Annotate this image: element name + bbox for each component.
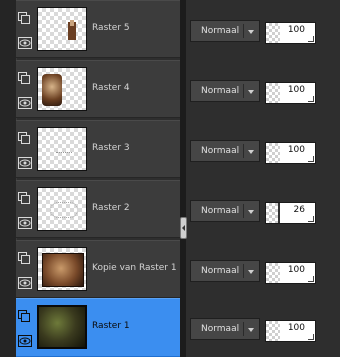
- layer-row-kopie-van-raster-1[interactable]: Kopie van Raster 1: [16, 240, 180, 298]
- lock-icon[interactable]: [18, 192, 30, 204]
- layer-thumbnail: [37, 67, 87, 111]
- blend-mode-value: Normaal: [201, 206, 240, 216]
- layer-name: Raster 3: [92, 143, 130, 153]
- panel-gutter: [0, 0, 17, 357]
- blend-mode-value: Normaal: [201, 324, 240, 334]
- eye-icon[interactable]: [18, 277, 32, 289]
- blend-mode-dropdown[interactable]: Normaal: [190, 318, 260, 340]
- chevron-down-icon: [248, 90, 254, 94]
- lock-icon[interactable]: [18, 132, 30, 144]
- lock-icon[interactable]: [18, 72, 30, 84]
- layer-thumbnail: [37, 247, 87, 291]
- layer-name: Raster 2: [92, 203, 130, 213]
- eye-icon[interactable]: [18, 217, 32, 229]
- layer-props-row: Normaal 100: [187, 60, 340, 118]
- layer-name: Kopie van Raster 1: [92, 263, 177, 273]
- collapse-handle-icon[interactable]: [180, 217, 187, 239]
- layer-list: Raster 5 Raster 4 Raster 3 Raster 2 Kopi…: [16, 0, 180, 357]
- eye-icon[interactable]: [18, 97, 32, 109]
- opacity-value: 100: [287, 25, 305, 35]
- layer-props-row: Normaal 100: [187, 120, 340, 178]
- eye-icon[interactable]: [18, 335, 32, 347]
- layer-props-row: Normaal 100: [187, 298, 340, 356]
- layers-panel: Raster 5 Raster 4 Raster 3 Raster 2 Kopi…: [0, 0, 340, 357]
- opacity-value: 100: [287, 145, 305, 155]
- opacity-value: 100: [287, 85, 305, 95]
- opacity-field[interactable]: 100: [265, 142, 316, 164]
- chevron-down-icon: [248, 150, 254, 154]
- opacity-field[interactable]: 100: [265, 22, 316, 44]
- layer-name: Raster 1: [92, 321, 130, 331]
- eye-icon[interactable]: [18, 37, 32, 49]
- layer-row-raster-1[interactable]: Raster 1: [16, 298, 180, 357]
- layer-row-raster-2[interactable]: Raster 2: [16, 180, 180, 238]
- eye-icon[interactable]: [18, 157, 32, 169]
- chevron-down-icon: [248, 30, 254, 34]
- blend-mode-dropdown[interactable]: Normaal: [190, 200, 260, 222]
- opacity-knob[interactable]: [278, 203, 280, 223]
- layer-properties: Normaal 100 Normaal 100 Normaal 100 Norm…: [187, 0, 340, 357]
- opacity-value: 100: [287, 323, 305, 333]
- layer-props-row: Normaal 100: [187, 0, 340, 58]
- lock-icon[interactable]: [18, 310, 30, 322]
- chevron-down-icon: [248, 210, 254, 214]
- blend-mode-value: Normaal: [201, 146, 240, 156]
- layer-row-raster-4[interactable]: Raster 4: [16, 60, 180, 118]
- blend-mode-value: Normaal: [201, 86, 240, 96]
- opacity-value: 26: [293, 205, 305, 215]
- layer-thumbnail: [37, 7, 87, 51]
- panel-splitter[interactable]: [180, 0, 186, 357]
- layer-props-row: Normaal 26: [187, 180, 340, 238]
- blend-mode-dropdown[interactable]: Normaal: [190, 80, 260, 102]
- blend-mode-dropdown[interactable]: Normaal: [190, 20, 260, 42]
- lock-icon[interactable]: [18, 12, 30, 24]
- opacity-value: 100: [287, 265, 305, 275]
- layer-row-raster-3[interactable]: Raster 3: [16, 120, 180, 178]
- blend-mode-dropdown[interactable]: Normaal: [190, 140, 260, 162]
- opacity-field[interactable]: 26: [265, 202, 316, 224]
- opacity-field[interactable]: 100: [265, 82, 316, 104]
- layer-props-row: Normaal 100: [187, 240, 340, 298]
- blend-mode-value: Normaal: [201, 26, 240, 36]
- layer-name: Raster 5: [92, 23, 130, 33]
- layer-thumbnail: [37, 187, 87, 231]
- layer-row-raster-5[interactable]: Raster 5: [16, 0, 180, 58]
- blend-mode-value: Normaal: [201, 266, 240, 276]
- chevron-down-icon: [248, 328, 254, 332]
- layer-thumbnail: [37, 305, 87, 349]
- opacity-field[interactable]: 100: [265, 262, 316, 284]
- opacity-field[interactable]: 100: [265, 320, 316, 342]
- layer-thumbnail: [37, 127, 87, 171]
- chevron-down-icon: [248, 270, 254, 274]
- layer-name: Raster 4: [92, 83, 130, 93]
- blend-mode-dropdown[interactable]: Normaal: [190, 260, 260, 282]
- lock-icon[interactable]: [18, 252, 30, 264]
